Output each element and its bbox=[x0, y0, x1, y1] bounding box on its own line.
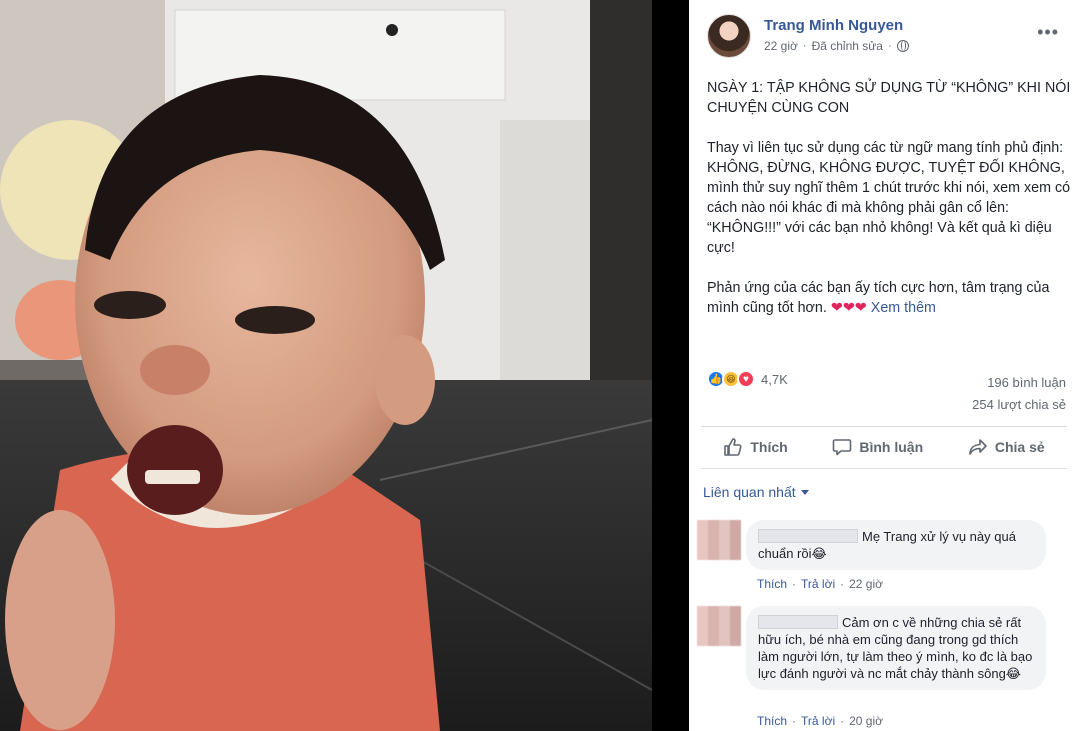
reactions-summary[interactable]: 👍 😆 ♥ 4,7K bbox=[707, 370, 788, 388]
like-label: Thích bbox=[750, 439, 788, 455]
heart-emoji-icon: ❤❤❤ bbox=[830, 300, 867, 316]
post-stats: 196 bình luận 254 lượt chia sẻ bbox=[972, 372, 1066, 416]
meta-separator: · bbox=[802, 40, 807, 52]
reaction-count[interactable]: 4,7K bbox=[761, 372, 788, 387]
laughing-emoji-icon: 😂 bbox=[1005, 666, 1021, 681]
comment-button[interactable]: Bình luận bbox=[832, 437, 923, 457]
share-count[interactable]: 254 lượt chia sẻ bbox=[972, 394, 1066, 416]
laughing-emoji-icon: 😂 bbox=[811, 546, 827, 561]
post-meta: 22 giờ · Đã chỉnh sửa · bbox=[764, 39, 909, 53]
comment-sort-label: Liên quan nhất bbox=[703, 484, 796, 500]
post-paragraph: NGÀY 1: TẬP KHÔNG SỬ DỤNG TỪ “KHÔNG” KHI… bbox=[707, 80, 1071, 116]
comment-label: Bình luận bbox=[859, 439, 924, 455]
comment-time[interactable]: 22 giờ bbox=[849, 577, 883, 591]
post-panel: Trang Minh Nguyen 22 giờ · Đã chỉnh sửa … bbox=[689, 0, 1076, 731]
photo-gutter bbox=[652, 0, 689, 731]
comment-time[interactable]: 20 giờ bbox=[849, 714, 883, 728]
commenter-name-redacted[interactable] bbox=[758, 529, 858, 543]
comment-sort-dropdown[interactable]: Liên quan nhất bbox=[703, 484, 809, 500]
commenter-avatar[interactable] bbox=[697, 606, 741, 646]
globe-icon[interactable] bbox=[896, 40, 909, 52]
action-separator: · bbox=[840, 714, 845, 728]
meta-separator: · bbox=[887, 40, 892, 52]
post-header: Trang Minh Nguyen 22 giờ · Đã chỉnh sửa … bbox=[707, 12, 1067, 60]
post-actions: Thích Bình luận Chia sẻ bbox=[701, 428, 1067, 466]
author-name[interactable]: Trang Minh Nguyen bbox=[764, 17, 903, 34]
comment-like-link[interactable]: Thích bbox=[757, 577, 787, 591]
edited-label[interactable]: Đã chỉnh sửa bbox=[812, 39, 883, 53]
author-avatar[interactable] bbox=[707, 14, 751, 58]
share-button[interactable]: Chia sẻ bbox=[968, 437, 1045, 457]
action-separator: · bbox=[792, 714, 797, 728]
divider bbox=[701, 468, 1067, 469]
comment-reply-link[interactable]: Trả lời bbox=[801, 577, 835, 591]
photo-image bbox=[0, 0, 652, 731]
more-options-icon[interactable]: ••• bbox=[1037, 22, 1059, 43]
like-button[interactable]: Thích bbox=[723, 437, 788, 457]
commenter-avatar[interactable] bbox=[697, 520, 741, 560]
comment-icon bbox=[833, 439, 852, 456]
post-photo[interactable] bbox=[0, 0, 652, 731]
caret-down-icon bbox=[800, 489, 809, 495]
comment-reply-link[interactable]: Trả lời bbox=[801, 714, 835, 728]
action-separator: · bbox=[792, 577, 797, 591]
see-more-link[interactable]: Xem thêm bbox=[871, 300, 936, 316]
thumbs-up-icon bbox=[724, 438, 742, 456]
divider bbox=[701, 426, 1067, 427]
love-reaction-icon: ♥ bbox=[737, 370, 755, 388]
comment-bubble: Mẹ Trang xử lý vụ này quá chuẩn rồi😂 bbox=[746, 520, 1046, 570]
commenter-name-redacted[interactable] bbox=[758, 615, 838, 629]
comment-count[interactable]: 196 bình luận bbox=[972, 372, 1066, 394]
post-paragraph-last: Phản ứng của các bạn ấy tích cực hơn, tâ… bbox=[707, 278, 1071, 318]
comment-actions: Thích · Trả lời · 22 giờ bbox=[757, 577, 883, 591]
action-separator: · bbox=[840, 577, 845, 591]
post-body: NGÀY 1: TẬP KHÔNG SỬ DỤNG TỪ “KHÔNG” KHI… bbox=[707, 78, 1071, 338]
comment-like-link[interactable]: Thích bbox=[757, 714, 787, 728]
comment-bubble: Cảm ơn c về những chia sẻ rất hữu ích, b… bbox=[746, 606, 1046, 690]
comment-actions: Thích · Trả lời · 20 giờ bbox=[757, 714, 883, 728]
share-icon bbox=[969, 439, 987, 455]
post-time[interactable]: 22 giờ bbox=[764, 39, 798, 53]
post-paragraph: Thay vì liên tục sử dụng các từ ngữ mang… bbox=[707, 140, 1071, 256]
share-label: Chia sẻ bbox=[994, 439, 1045, 455]
